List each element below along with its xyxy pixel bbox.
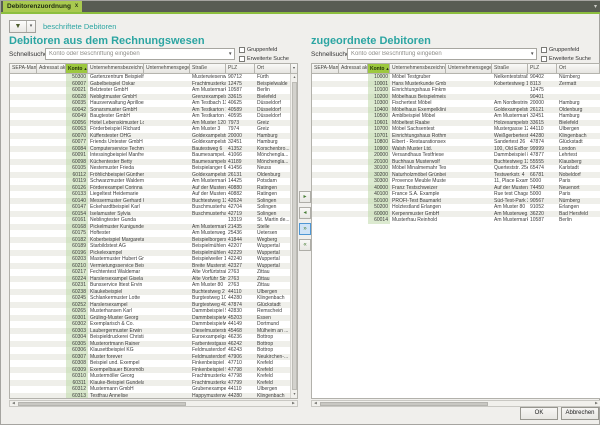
- scroll-right-icon[interactable]: ▶: [290, 401, 297, 406]
- left-groupfield-label: Gruppenfeld: [247, 47, 277, 53]
- column-header-unternehmensbezeichnung[interactable]: Unternehmensbezeichnung: [88, 64, 144, 74]
- column-header-sepa-mandat[interactable]: SEPA-Mandat: [10, 64, 37, 74]
- arrow-left-icon: ◂: [303, 210, 306, 216]
- gegenstand-cell: [446, 217, 492, 224]
- source-debtors-table: SEPA-MandatAdressat aktivKonto▲Unternehm…: [9, 63, 298, 399]
- column-header-konto[interactable]: Konto▲: [66, 64, 88, 74]
- filter-dropdown-icon[interactable]: ▾: [26, 21, 35, 32]
- right-advanced-search-label: Erweiterte Suche: [549, 56, 591, 62]
- arrow-right-icon: ▸: [303, 194, 306, 200]
- konto-cell: 60014: [368, 217, 390, 224]
- scroll-left-icon[interactable]: ◀: [10, 401, 17, 406]
- right-search-chevron-icon[interactable]: ▼: [530, 51, 534, 56]
- column-header-plz[interactable]: PLZ: [226, 64, 255, 74]
- right-quicksearch-label: Schnellsuche: [311, 51, 350, 58]
- cancel-button[interactable]: Abbrechen: [561, 407, 599, 420]
- left-panel-title: Debitoren aus dem Rechnungswesen: [9, 35, 205, 47]
- tab-bar: Debitorenzuordnung x ▾: [1, 1, 600, 12]
- sepa-cell: [10, 393, 37, 400]
- right-panel-title: zugeordnete Debitoren: [311, 35, 431, 47]
- scroll-up-icon[interactable]: ▲: [291, 74, 298, 81]
- funnel-icon[interactable]: ▼: [10, 21, 26, 32]
- right-groupfield-label: Gruppenfeld: [549, 47, 579, 53]
- left-search-input[interactable]: [45, 48, 235, 60]
- assign-button[interactable]: ▸: [299, 191, 311, 203]
- column-header-ort[interactable]: Ort: [557, 64, 600, 74]
- right-search-options: Gruppenfeld Erweiterte Suche: [541, 45, 600, 63]
- unassign-all-button[interactable]: «: [299, 239, 311, 251]
- left-groupfield-checkbox[interactable]: [239, 47, 245, 53]
- double-arrow-right-icon: »: [303, 226, 306, 232]
- horizontal-scrollbar[interactable]: ◀ ▶: [9, 400, 298, 407]
- scrollbar-thumb[interactable]: [18, 402, 186, 406]
- tab-title: Debitorenzuordnung: [7, 1, 71, 12]
- gegenstand-cell: [144, 393, 190, 400]
- table-body: 50300Gartenzentrum BeispielfurthMusterwi…: [10, 74, 297, 399]
- strasse-cell: Am Mustermark...: [492, 217, 528, 224]
- column-header-unternehmensgegenstand[interactable]: Unternehmensgegenstand: [144, 64, 190, 74]
- column-header-konto[interactable]: Konto▲: [368, 64, 390, 74]
- column-header-stra-e[interactable]: Straße: [492, 64, 528, 74]
- table-row[interactable]: 60014Musterfrau Reinhold Am Mustermark...…: [312, 217, 600, 224]
- plz-cell: 10587: [528, 217, 557, 224]
- scroll-left-icon[interactable]: ◀: [312, 401, 319, 406]
- right-advanced-search-checkbox[interactable]: [541, 56, 547, 62]
- column-header-adressat-aktiv[interactable]: Adressat aktiv: [37, 64, 66, 74]
- ok-button[interactable]: OK: [520, 407, 558, 420]
- column-header-unternehmensbezeichnung[interactable]: Unternehmensbezeichnung: [390, 64, 446, 74]
- column-header-unternehmensgegenstand[interactable]: Unternehmensgegenstand: [446, 64, 492, 74]
- scroll-down-icon[interactable]: ▼: [291, 391, 298, 398]
- unassign-button[interactable]: ◂: [299, 207, 311, 219]
- horizontal-scrollbar[interactable]: ◀ ▶: [311, 400, 600, 407]
- table-body: 10000Möbel TestgruberNelkenteststraß...9…: [312, 74, 600, 224]
- column-header-adressat-aktiv[interactable]: Adressat aktiv: [339, 64, 368, 74]
- tab-close-icon[interactable]: x: [75, 1, 78, 12]
- column-header-stra-e[interactable]: Straße: [190, 64, 226, 74]
- table-row[interactable]: 60313Testfrau Annelise Happymusterwe...44…: [10, 393, 297, 400]
- filter-split-button[interactable]: ▼ ▾: [9, 20, 36, 33]
- scrollbar-thumb[interactable]: [292, 82, 297, 390]
- tab-bar-accent-line: [1, 12, 600, 14]
- adressat-cell: [339, 217, 368, 224]
- ort-cell: Berlin: [557, 217, 600, 224]
- table-header-row: SEPA-MandatAdressat aktivKonto▲Unternehm…: [312, 64, 600, 74]
- assigned-debtors-table: SEPA-MandatAdressat aktivKonto▲Unternehm…: [311, 63, 600, 399]
- left-search-chevron-icon[interactable]: ▼: [228, 51, 232, 56]
- plz-cell: 44280: [226, 393, 255, 400]
- adressat-cell: [37, 393, 66, 400]
- right-search-input[interactable]: [347, 48, 537, 60]
- left-search-options: Gruppenfeld Erweiterte Suche: [239, 45, 299, 63]
- left-advanced-search-checkbox[interactable]: [239, 56, 245, 62]
- tab-debitorenzuordnung[interactable]: Debitorenzuordnung x: [3, 1, 82, 12]
- scrollbar-thumb[interactable]: [320, 402, 488, 406]
- strasse-cell: Happymusterwe...: [190, 393, 226, 400]
- double-arrow-left-icon: «: [303, 242, 306, 248]
- konto-cell: 60313: [66, 393, 88, 400]
- left-advanced-search-label: Erweiterte Suche: [247, 56, 289, 62]
- sepa-cell: [312, 217, 339, 224]
- column-header-plz[interactable]: PLZ: [528, 64, 557, 74]
- filter-current-label: beschriftete Debitoren: [43, 22, 116, 31]
- vertical-scrollbar[interactable]: ▲ ▼: [290, 74, 297, 398]
- bezeichnung-cell: Testfrau Annelise: [88, 393, 144, 400]
- right-groupfield-checkbox[interactable]: [541, 47, 547, 53]
- assign-all-button[interactable]: »: [299, 223, 311, 235]
- bezeichnung-cell: Musterfrau Reinhold: [390, 217, 446, 224]
- sort-ascending-icon: ▲: [83, 66, 87, 71]
- tab-list-chevron-icon[interactable]: ▾: [594, 2, 597, 12]
- sort-ascending-icon: ▲: [385, 66, 389, 71]
- table-header-row: SEPA-MandatAdressat aktivKonto▲Unternehm…: [10, 64, 297, 74]
- column-header-sepa-mandat[interactable]: SEPA-Mandat: [312, 64, 339, 74]
- scroll-right-icon[interactable]: ▶: [593, 401, 600, 406]
- left-quicksearch-label: Schnellsuche: [9, 51, 48, 58]
- column-options-icon[interactable]: ▼: [290, 64, 297, 74]
